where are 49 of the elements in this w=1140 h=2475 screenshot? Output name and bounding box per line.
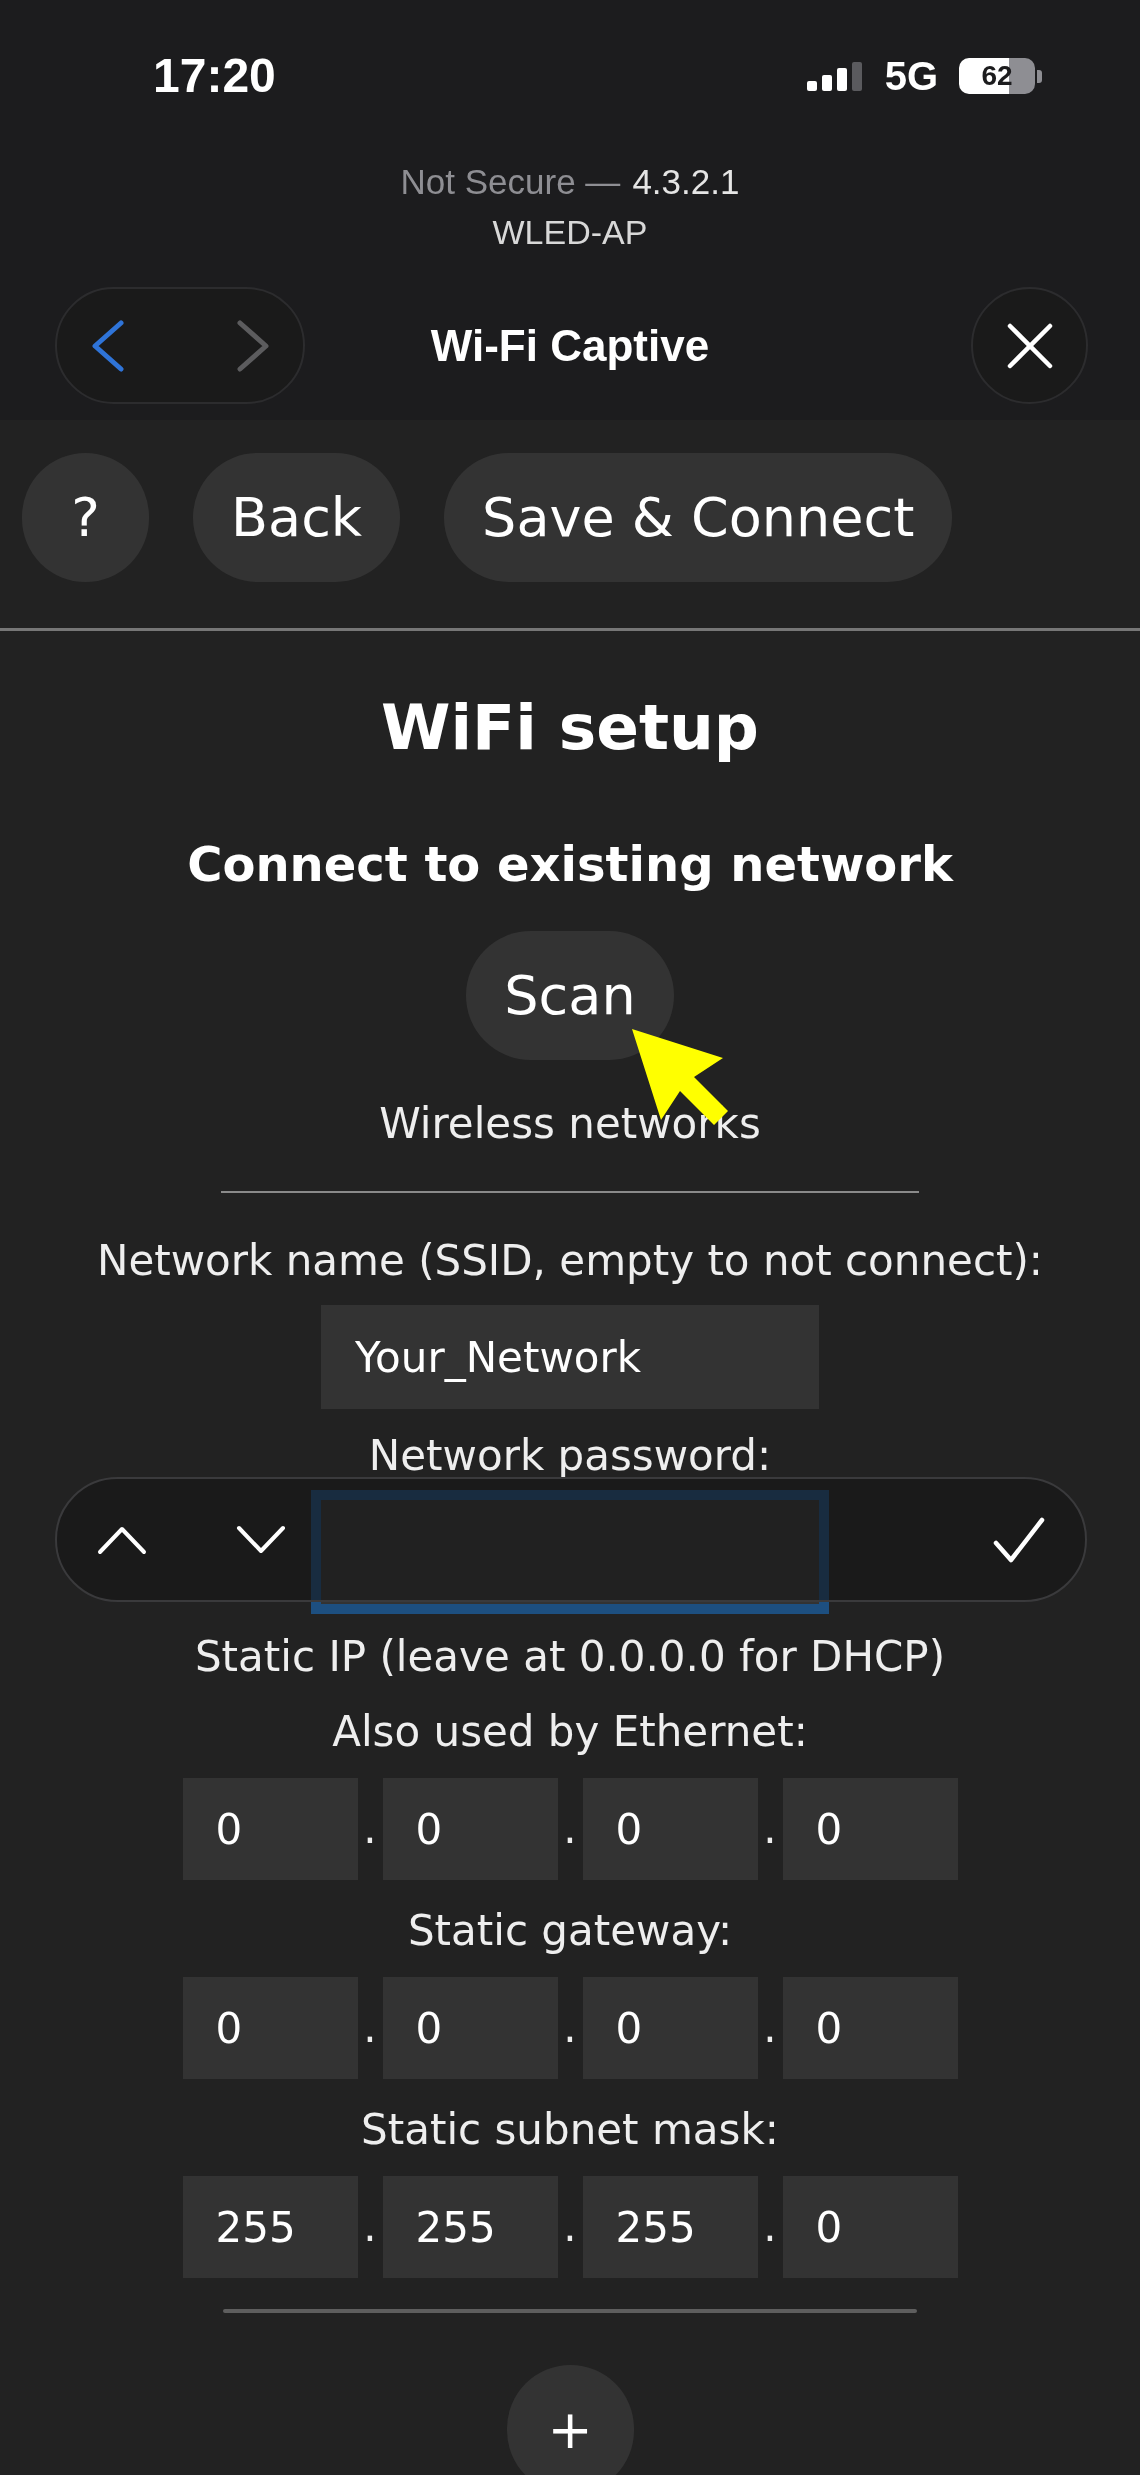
status-time: 17:20	[153, 54, 276, 98]
back-button[interactable]: Back	[193, 453, 401, 582]
ip-group-label: Static subnet mask:	[361, 2106, 779, 2154]
add-button[interactable]: +	[506, 2365, 634, 2475]
octet-input[interactable]: 0	[382, 1977, 558, 2079]
site-name: WLED-AP	[492, 212, 648, 252]
save-button[interactable]: Save & Connect	[444, 453, 953, 582]
text-input[interactable]: Your_Network	[321, 1305, 819, 1409]
octet-input[interactable]: 0	[582, 1977, 758, 2079]
octet-input[interactable]: 0	[782, 2176, 958, 2278]
octet-input[interactable]: 0	[782, 1778, 958, 1880]
static-ip-note: Static IP (leave at 0.0.0.0 for DHCP)	[194, 1633, 946, 1681]
checkmark-icon	[993, 1516, 1045, 1563]
octet-separator: .	[362, 2004, 378, 2052]
password-input[interactable]	[321, 1500, 819, 1604]
octet-input[interactable]: 0	[382, 1778, 558, 1880]
octet-separator: .	[762, 2203, 778, 2251]
octet-separator: .	[762, 2004, 778, 2052]
octet-input[interactable]: 0	[182, 1778, 358, 1880]
octet-separator: .	[762, 1805, 778, 1853]
signal-icon	[806, 61, 864, 91]
page-title: Wi-Fi Captive	[430, 320, 710, 371]
octet-input[interactable]: 255	[382, 2176, 558, 2278]
field-label: Network name (SSID, empty to not connect):	[97, 1237, 1043, 1285]
chevron-right-icon	[236, 319, 270, 372]
octet-separator: .	[562, 2004, 578, 2052]
octet-input[interactable]: 255	[582, 2176, 758, 2278]
chevron-up-icon	[97, 1524, 147, 1555]
octet-input[interactable]: 255	[182, 2176, 358, 2278]
network-type-label: 5G	[884, 56, 938, 96]
page-address: 4.3.2.1	[632, 162, 740, 202]
ip-group-label: Static gateway:	[407, 1907, 733, 1955]
networks-label: Wireless networks	[379, 1100, 761, 1148]
octet-input[interactable]: 0	[582, 1778, 758, 1880]
chevron-down-icon	[236, 1524, 286, 1555]
scan-button[interactable]: Scan	[466, 931, 674, 1060]
battery-indicator: 62	[959, 58, 1042, 94]
octet-input[interactable]: 0	[182, 1977, 358, 2079]
octet-separator: .	[362, 2203, 378, 2251]
field-label: Network password:	[368, 1432, 772, 1480]
ip-group-label: Also used by Ethernet:	[332, 1708, 808, 1756]
help-button[interactable]: ?	[22, 453, 149, 582]
octet-separator: .	[362, 1805, 378, 1853]
octet-input[interactable]: 0	[782, 1977, 958, 2079]
close-icon	[1006, 322, 1053, 369]
security-label: Not Secure —	[400, 162, 621, 202]
chevron-left-icon	[91, 319, 125, 372]
octet-separator: .	[562, 2203, 578, 2251]
octet-separator: .	[562, 1805, 578, 1853]
